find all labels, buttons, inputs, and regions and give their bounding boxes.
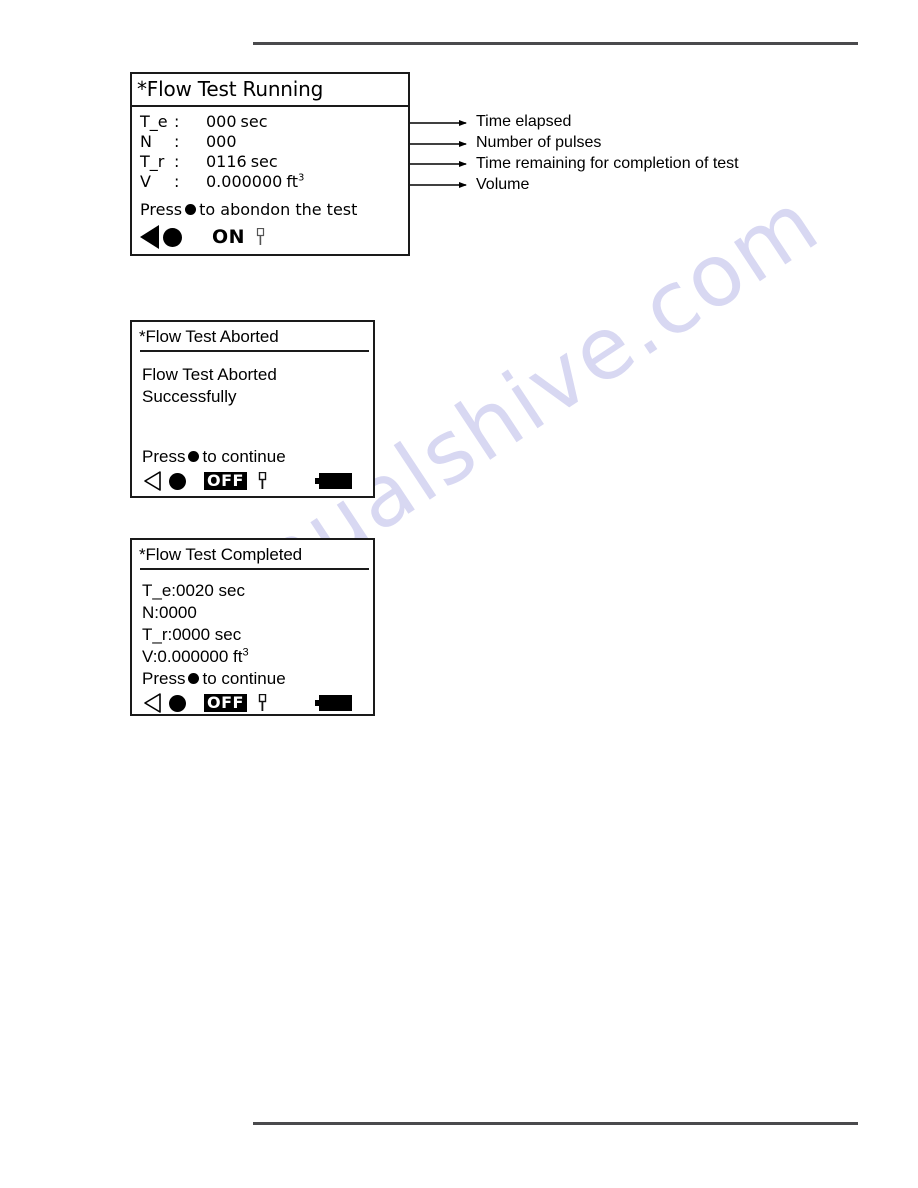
battery-indicator bbox=[315, 690, 352, 716]
row-value: 000 bbox=[206, 112, 237, 131]
left-triangle-filled-icon bbox=[140, 225, 159, 249]
key-lock-indicator bbox=[256, 224, 265, 250]
round-button-icon bbox=[188, 673, 200, 685]
result-volume-text: V:0.000000 ft bbox=[142, 647, 243, 666]
screen-title: *Flow Test Completed bbox=[139, 545, 303, 564]
power-state-indicator: ON bbox=[212, 224, 245, 250]
left-triangle-outline-icon bbox=[144, 471, 161, 491]
row-value: 000 bbox=[206, 132, 237, 151]
annotation-label-time-elapsed: Time elapsed bbox=[476, 113, 572, 130]
row-key: T_e bbox=[140, 112, 168, 131]
power-state-label: OFF bbox=[204, 694, 247, 712]
power-state-label: OFF bbox=[204, 472, 247, 490]
round-button-icon bbox=[188, 451, 200, 463]
enter-circle-button[interactable] bbox=[169, 468, 186, 494]
key-lock-indicator bbox=[258, 690, 267, 716]
back-triangle-button[interactable] bbox=[144, 690, 161, 716]
row-key: V bbox=[140, 172, 151, 191]
key-icon bbox=[258, 472, 267, 489]
press-instruction: Press to abondon the test bbox=[140, 200, 357, 220]
press-instruction: Press to continue bbox=[142, 668, 286, 689]
status-bar: ON bbox=[132, 224, 408, 250]
press-suffix: to continue bbox=[202, 669, 286, 688]
result-line-time-elapsed: T_e:0020 sec bbox=[142, 581, 246, 600]
annotation-label-time-remaining: Time remaining for completion of test bbox=[476, 155, 739, 172]
screen-title: *Flow Test Running bbox=[132, 74, 408, 107]
message-line-2: Successfully bbox=[142, 387, 237, 406]
press-prefix: Press bbox=[142, 669, 186, 688]
row-colon: : bbox=[174, 172, 180, 191]
row-unit: sec bbox=[250, 152, 278, 171]
row-volume: V: 0.000000 ft3 bbox=[140, 172, 408, 192]
message-line-1: Flow Test Aborted bbox=[142, 365, 277, 384]
row-unit: sec bbox=[240, 112, 268, 131]
row-time-elapsed: T_e: 000 sec bbox=[140, 112, 408, 132]
power-state-label: ON bbox=[212, 226, 246, 248]
result-line-volume: V:0.000000 ft3 bbox=[142, 646, 249, 667]
press-prefix: Press bbox=[142, 447, 186, 466]
key-icon bbox=[258, 694, 267, 711]
screen-flow-test-completed: *Flow Test Completed T_e:0020 sec N:0000… bbox=[130, 538, 375, 716]
enter-circle-button[interactable] bbox=[163, 224, 182, 250]
result-volume-exponent: 3 bbox=[242, 646, 249, 659]
round-button-icon bbox=[185, 204, 197, 215]
title-divider bbox=[140, 568, 369, 570]
row-unit-exponent: 3 bbox=[297, 172, 305, 184]
press-suffix: to abondon the test bbox=[199, 200, 358, 219]
row-time-remaining: T_r: 0116 sec bbox=[140, 152, 408, 172]
status-bar: OFF bbox=[132, 690, 373, 716]
press-prefix: Press bbox=[140, 200, 183, 219]
row-number-of-pulses: N: 000 bbox=[140, 132, 408, 152]
battery-full-icon bbox=[315, 473, 352, 489]
circle-button-icon bbox=[163, 227, 182, 247]
screen-flow-test-running: *Flow Test Running T_e:000 sec N:000 T_r:… bbox=[130, 72, 410, 256]
row-key: N bbox=[140, 132, 152, 151]
row-unit: ft bbox=[286, 172, 298, 191]
annotation-label-number-of-pulses: Number of pulses bbox=[476, 134, 602, 151]
row-key: T_r bbox=[140, 152, 165, 171]
row-colon: : bbox=[174, 132, 180, 151]
enter-circle-button[interactable] bbox=[169, 690, 186, 716]
screen-title: *Flow Test Aborted bbox=[139, 327, 279, 346]
key-lock-indicator bbox=[258, 468, 267, 494]
circle-button-icon bbox=[169, 694, 186, 712]
status-bar: OFF bbox=[132, 468, 373, 494]
back-triangle-button[interactable] bbox=[140, 224, 159, 250]
annotation-label-volume: Volume bbox=[476, 176, 530, 193]
page-header-rule bbox=[253, 42, 858, 45]
press-suffix: to continue bbox=[202, 447, 286, 466]
key-icon bbox=[256, 228, 265, 245]
power-state-indicator: OFF bbox=[204, 690, 247, 716]
press-instruction: Press to continue bbox=[142, 446, 286, 467]
screen-flow-test-aborted: *Flow Test Aborted Flow Test Aborted Suc… bbox=[130, 320, 375, 498]
result-line-pulses: N:0000 bbox=[142, 603, 197, 622]
row-colon: : bbox=[174, 152, 180, 171]
power-state-indicator: OFF bbox=[204, 468, 247, 494]
result-line-time-remaining: T_r:0000 sec bbox=[142, 625, 242, 644]
circle-button-icon bbox=[169, 472, 186, 490]
row-value: 0.000000 bbox=[206, 172, 283, 191]
back-triangle-button[interactable] bbox=[144, 468, 161, 494]
row-colon: : bbox=[174, 112, 180, 131]
battery-full-icon bbox=[315, 695, 352, 711]
screen-body: T_e:000 sec N:000 T_r:0116 sec V:0.000000 f… bbox=[132, 107, 408, 257]
battery-indicator bbox=[315, 468, 352, 494]
row-value: 0116 bbox=[206, 152, 247, 171]
title-divider bbox=[140, 350, 369, 352]
left-triangle-outline-icon bbox=[144, 693, 161, 713]
page-footer-rule bbox=[253, 1122, 858, 1125]
